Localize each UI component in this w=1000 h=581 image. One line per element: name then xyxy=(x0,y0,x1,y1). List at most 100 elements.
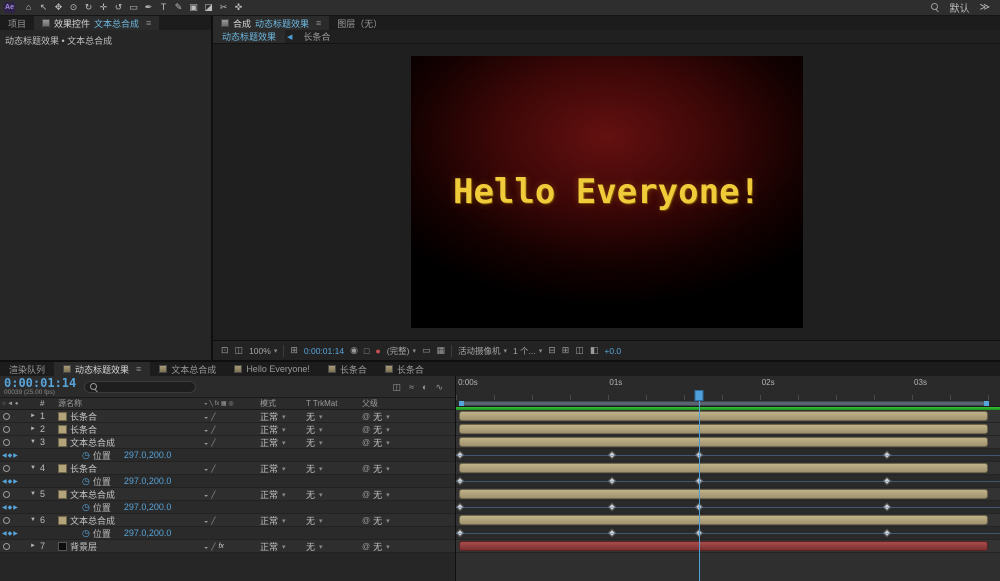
visibility-eye-icon[interactable] xyxy=(3,490,10,498)
layer-switches[interactable] xyxy=(204,424,260,434)
property-row-position[interactable]: 位置297.0,200.0 xyxy=(0,475,455,488)
layer-color-chip[interactable] xyxy=(58,515,67,525)
blend-mode-select[interactable]: 正常 xyxy=(260,410,306,423)
tab-composition[interactable]: 合成 动态标题效果 xyxy=(213,16,330,30)
visibility-eye-icon[interactable] xyxy=(3,425,10,433)
trkmat-select[interactable]: 无 xyxy=(306,423,362,436)
resolution-menu[interactable]: (完整) xyxy=(387,345,416,357)
expand-triangle-icon[interactable] xyxy=(30,543,36,549)
preview-monitor-icon[interactable] xyxy=(221,345,229,356)
layer-duration-bar[interactable] xyxy=(458,411,989,421)
parent-select[interactable]: 无 xyxy=(362,540,455,553)
panel-menu-icon[interactable] xyxy=(133,364,141,374)
layer-row-6[interactable]: 6 文本总合成 正常 无 无 xyxy=(0,514,455,527)
next-keyframe-icon[interactable] xyxy=(13,478,18,485)
layer-row-1[interactable]: 1 长条合 正常 无 无 xyxy=(0,410,455,423)
keyframe-marker[interactable] xyxy=(456,450,465,460)
composition-canvas[interactable]: Hello Everyone! xyxy=(410,56,803,328)
layer-row-7[interactable]: 7 背景层 fx 正常 无 无 xyxy=(0,540,455,553)
snapshot-icon[interactable] xyxy=(350,345,358,356)
tab-render-queue[interactable]: 渲染队列 xyxy=(0,362,54,376)
layer-duration-bar[interactable] xyxy=(458,437,989,447)
shy-layers-icon[interactable] xyxy=(393,382,402,393)
add-keyframe-icon[interactable] xyxy=(8,530,13,537)
keyframe-marker[interactable] xyxy=(456,528,465,538)
trkmat-select[interactable]: 无 xyxy=(306,540,362,553)
keyframe-marker[interactable] xyxy=(883,528,892,538)
parent-select[interactable]: 无 xyxy=(362,410,455,423)
trkmat-select[interactable]: 无 xyxy=(306,462,362,475)
keyframe-marker[interactable] xyxy=(883,450,892,460)
visibility-eye-icon[interactable] xyxy=(3,516,10,524)
layer-switches[interactable] xyxy=(204,463,260,473)
layer-switches[interactable] xyxy=(204,489,260,499)
panel-menu-icon[interactable] xyxy=(143,18,151,28)
region-of-interest-icon[interactable] xyxy=(422,345,431,356)
channels-icon[interactable] xyxy=(375,346,380,356)
pen-tool-icon[interactable]: ✒ xyxy=(141,1,156,14)
keyframe-navigator[interactable] xyxy=(2,478,18,485)
background-layer-bar[interactable] xyxy=(458,541,989,551)
stopwatch-icon[interactable] xyxy=(82,502,90,513)
layer-color-chip[interactable] xyxy=(58,463,67,473)
grid-guides-icon[interactable] xyxy=(290,345,298,356)
tab-comp-changtiao-2[interactable]: 长条合 xyxy=(376,362,433,376)
keyframe-navigator[interactable] xyxy=(2,530,18,537)
magnification-menu[interactable]: 100% xyxy=(249,346,277,356)
expand-triangle-icon[interactable] xyxy=(30,426,36,432)
rotation-tool-icon[interactable]: ↺ xyxy=(111,1,126,14)
viewer-tab-secondary[interactable]: 长条合 xyxy=(294,30,339,43)
keyframe-marker[interactable] xyxy=(607,450,616,460)
parent-select[interactable]: 无 xyxy=(362,462,455,475)
tab-layer[interactable]: 图层（无） xyxy=(329,16,390,30)
layer-color-chip[interactable] xyxy=(58,541,67,551)
prev-keyframe-icon[interactable] xyxy=(2,478,7,485)
keyframe-marker[interactable] xyxy=(883,476,892,486)
layer-duration-bar[interactable] xyxy=(458,424,989,434)
pan-camera-tool-icon[interactable]: ✛ xyxy=(96,1,111,14)
stopwatch-icon[interactable] xyxy=(82,450,90,461)
position-value[interactable]: 297.0,200.0 xyxy=(124,502,172,512)
keyframe-marker[interactable] xyxy=(456,502,465,512)
expand-triangle-icon[interactable] xyxy=(30,491,36,497)
parent-select[interactable]: 无 xyxy=(362,436,455,449)
shape-tool-icon[interactable]: ▭ xyxy=(126,1,141,14)
workspace-button[interactable]: 默认 xyxy=(950,0,970,15)
tab-comp-changtiao-1[interactable]: 长条合 xyxy=(319,362,376,376)
blend-mode-select[interactable]: 正常 xyxy=(260,540,306,553)
blend-mode-select[interactable]: 正常 xyxy=(260,462,306,475)
add-keyframe-icon[interactable] xyxy=(8,478,13,485)
property-row-position[interactable]: 位置297.0,200.0 xyxy=(0,501,455,514)
eraser-tool-icon[interactable]: ◪ xyxy=(201,1,216,14)
snapshot-panel-icon[interactable] xyxy=(235,345,244,356)
show-snapshot-icon[interactable] xyxy=(364,346,369,356)
layer-row-4[interactable]: 4 长条合 正常 无 无 xyxy=(0,462,455,475)
trkmat-select[interactable]: 无 xyxy=(306,436,362,449)
parent-select[interactable]: 无 xyxy=(362,423,455,436)
effects-switch[interactable]: fx xyxy=(218,543,223,550)
viewer-timecode[interactable]: 0:00:01:14 xyxy=(304,346,344,356)
puppet-tool-icon[interactable]: ✜ xyxy=(231,1,246,14)
tab-comp-hello[interactable]: Hello Everyone! xyxy=(225,362,319,376)
expand-triangle-icon[interactable] xyxy=(30,413,36,419)
layer-row-2[interactable]: 2 长条合 正常 无 无 xyxy=(0,423,455,436)
layer-color-chip[interactable] xyxy=(58,489,67,499)
layer-row-3[interactable]: 3 文本总合成 正常 无 无 xyxy=(0,436,455,449)
viewer-lock-arrow-icon[interactable] xyxy=(285,30,294,43)
view-count-menu[interactable]: 1 个... xyxy=(513,345,542,357)
panel-menu-icon[interactable] xyxy=(313,18,321,28)
prev-keyframe-icon[interactable] xyxy=(2,452,7,459)
next-keyframe-icon[interactable] xyxy=(13,530,18,537)
layer-switches[interactable] xyxy=(204,411,260,421)
tab-comp-dongtai[interactable]: 动态标题效果 xyxy=(54,362,151,376)
keyframe-marker[interactable] xyxy=(456,476,465,486)
trkmat-select[interactable]: 无 xyxy=(306,410,362,423)
blend-mode-select[interactable]: 正常 xyxy=(260,423,306,436)
layer-color-chip[interactable] xyxy=(58,424,67,434)
brush-tool-icon[interactable]: ✎ xyxy=(171,1,186,14)
graph-editor-icon[interactable] xyxy=(435,382,443,393)
add-keyframe-icon[interactable] xyxy=(8,504,13,511)
search-icon[interactable] xyxy=(930,3,940,12)
layer-color-chip[interactable] xyxy=(58,411,67,421)
layer-duration-bar[interactable] xyxy=(458,463,989,473)
